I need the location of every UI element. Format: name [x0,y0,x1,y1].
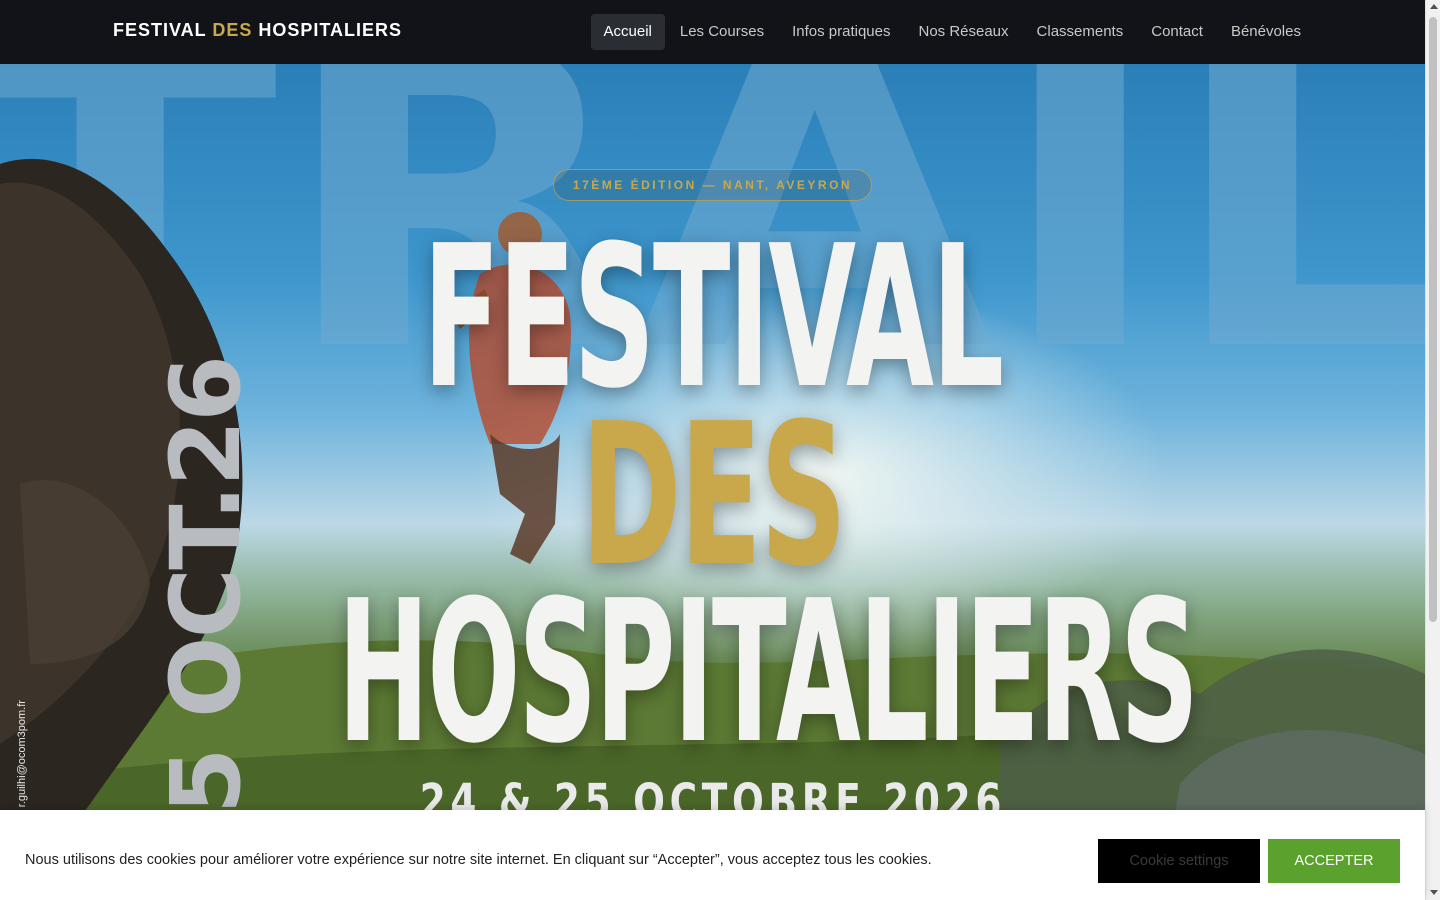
nav-item-benevoles[interactable]: Bénévoles [1218,14,1314,50]
nav-item-les-courses[interactable]: Les Courses [667,14,777,50]
scroll-down-arrow-icon[interactable] [1430,890,1438,895]
brand-text-accent: DES [212,20,253,40]
cookie-banner: Nous utilisons des cookies pour améliore… [0,810,1425,900]
nav-item-infos-pratiques[interactable]: Infos pratiques [779,14,903,50]
nav-item-contact[interactable]: Contact [1138,14,1216,50]
hero-title-line-3: HOSPITALIERS [337,559,1199,787]
cookie-settings-button[interactable]: Cookie settings [1098,839,1260,883]
site-logo[interactable]: FESTIVAL DES HOSPITALIERS [113,20,402,41]
nav-item-nos-reseaux[interactable]: Nos Réseaux [905,14,1021,50]
cookie-message: Nous utilisons des cookies pour améliore… [25,852,932,868]
brand-text-1: FESTIVAL [113,20,213,40]
top-navbar: FESTIVAL DES HOSPITALIERS Accueil Les Co… [0,0,1425,64]
main-nav: Accueil Les Courses Infos pratiques Nos … [589,14,1315,50]
nav-item-accueil[interactable]: Accueil [590,14,665,50]
edition-badge: 17ÈME ÉDITION — NANT, AVEYRON [553,169,872,201]
brand-text-2: HOSPITALIERS [252,20,403,40]
scroll-up-arrow-icon[interactable] [1430,4,1438,9]
accept-cookies-button[interactable]: ACCEPTER [1268,839,1400,883]
nav-item-classements[interactable]: Classements [1024,14,1137,50]
scroll-thumb[interactable] [1429,17,1437,622]
hero-section: TRAIL 25 OCT.26 0 39 22 77 - r.guilhi@oc… [0,64,1425,900]
page-scrollbar[interactable] [1425,0,1440,900]
